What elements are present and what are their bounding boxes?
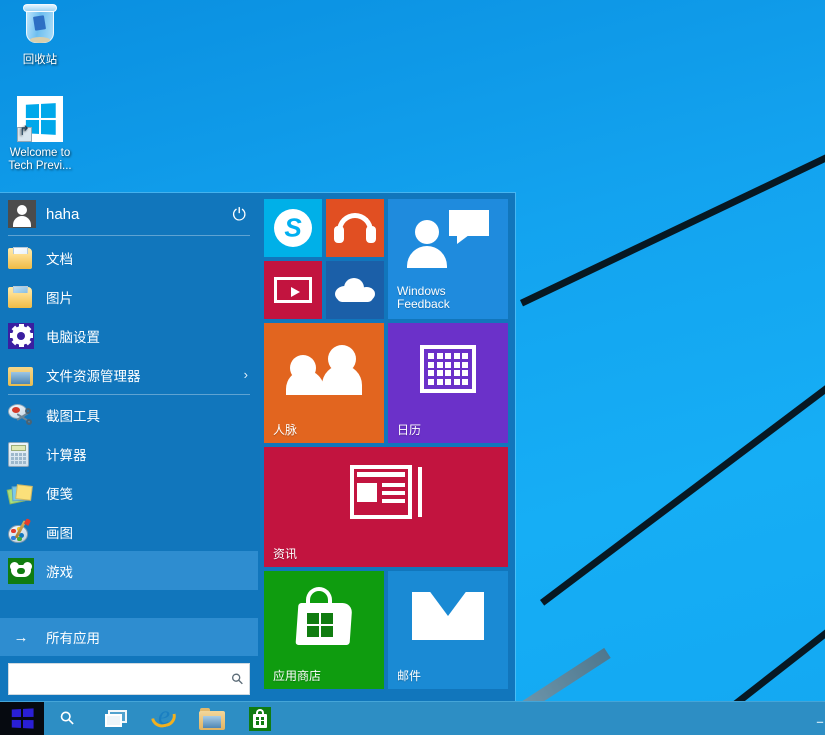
recycle-bin-icon <box>16 3 64 51</box>
user-avatar-icon <box>8 200 36 228</box>
start-menu-item-label: 计算器 <box>46 444 248 464</box>
headphones-icon <box>334 213 376 243</box>
desktop-icon-label-line1: Welcome to <box>0 147 80 160</box>
desktop-icon-recycle-bin[interactable]: 回收站 <box>0 0 80 67</box>
store-icon <box>249 707 271 731</box>
start-menu-item-pictures[interactable]: 图片 <box>0 277 258 316</box>
taskbar-file-explorer[interactable] <box>188 702 236 735</box>
start-menu-item-label: 文件资源管理器 <box>46 365 244 385</box>
store-bag-icon <box>293 587 355 645</box>
desktop: 回收站 Welcome to Tech Previ... haha ⏻ <box>0 0 825 735</box>
onedrive-cloud-icon <box>335 278 375 302</box>
start-menu-search-box[interactable]: ⚲ <box>8 663 250 695</box>
start-menu-item-label: 画图 <box>46 522 248 542</box>
start-menu-item-games[interactable]: 游戏 <box>0 551 258 590</box>
taskbar-store[interactable] <box>236 702 284 735</box>
user-account-row[interactable]: haha ⏻ <box>0 193 258 235</box>
chevron-right-icon[interactable]: › <box>244 367 248 382</box>
tile-calendar[interactable]: 日历 <box>388 323 508 443</box>
taskbar-search[interactable]: ⚲ <box>44 702 92 735</box>
tile-label: 日历 <box>397 424 421 437</box>
power-icon[interactable]: ⏻ <box>233 206 246 223</box>
tile-label: 人脉 <box>273 424 297 437</box>
user-name-label: haha <box>46 206 233 223</box>
start-menu-item-sticky-notes[interactable]: 便笺 <box>0 473 258 512</box>
file-explorer-icon <box>199 708 225 730</box>
taskbar: ⚲ e ▁ <box>0 701 825 735</box>
start-menu-tile-pane: Windows Feedback 人脉 <box>258 193 515 701</box>
tile-people[interactable]: 人脉 <box>264 323 384 443</box>
file-explorer-icon <box>8 362 34 388</box>
system-tray[interactable]: ▁ <box>817 714 825 723</box>
news-icon <box>350 465 422 519</box>
desktop-icon-welcome-tech-preview[interactable]: Welcome to Tech Previ... <box>0 95 80 173</box>
tile-label: 邮件 <box>397 670 421 683</box>
taskbar-ie[interactable]: e <box>140 702 188 735</box>
start-menu-app-list: 文档 图片 电脑设置 <box>0 236 258 590</box>
internet-explorer-icon: e <box>151 706 177 732</box>
xbox-games-icon <box>8 558 34 584</box>
pictures-folder-icon <box>8 284 34 310</box>
start-menu-item-label: 截图工具 <box>46 405 248 425</box>
start-menu-item-label: 便笺 <box>46 483 248 503</box>
video-player-icon <box>274 277 312 303</box>
start-menu-left-pane: haha ⏻ 文档 图片 <box>0 193 258 701</box>
tile-label: Windows Feedback <box>397 285 450 311</box>
calculator-icon <box>8 441 34 467</box>
tile-mail[interactable]: 邮件 <box>388 571 508 689</box>
paint-icon <box>8 519 34 545</box>
sticky-notes-icon <box>8 480 34 506</box>
tile-windows-feedback[interactable]: Windows Feedback <box>388 199 508 319</box>
documents-folder-icon <box>8 245 34 271</box>
people-icon <box>286 343 362 395</box>
tile-video[interactable] <box>264 261 322 319</box>
calendar-icon <box>420 345 476 393</box>
tile-music[interactable] <box>326 199 384 257</box>
desktop-icon-label: 回收站 <box>0 54 80 67</box>
start-menu-item-label: 图片 <box>46 287 248 307</box>
search-icon: ⚲ <box>56 706 80 730</box>
start-menu-item-paint[interactable]: 画图 <box>0 512 258 551</box>
wallpaper-streak-1 <box>520 115 825 306</box>
wallpaper-streak-2 <box>540 341 825 605</box>
taskbar-task-view[interactable] <box>92 702 140 735</box>
snipping-tool-icon <box>8 402 34 428</box>
all-apps-button[interactable]: → 所有应用 <box>0 618 258 656</box>
tile-onedrive[interactable] <box>326 261 384 319</box>
start-menu-item-documents[interactable]: 文档 <box>0 238 258 277</box>
start-menu-item-calculator[interactable]: 计算器 <box>0 434 258 473</box>
tile-store[interactable]: 应用商店 <box>264 571 384 689</box>
arrow-right-icon: → <box>8 629 34 646</box>
feedback-person-icon <box>407 210 489 268</box>
pc-settings-gear-icon <box>8 323 34 349</box>
start-menu-item-pc-settings[interactable]: 电脑设置 <box>0 316 258 355</box>
tile-news[interactable]: 资讯 <box>264 447 508 567</box>
mail-envelope-icon <box>412 592 484 640</box>
tile-label: 资讯 <box>273 548 297 561</box>
tray-indicator: ▁ <box>817 714 823 723</box>
search-input[interactable] <box>17 664 232 694</box>
skype-icon <box>274 209 312 247</box>
start-menu-item-snipping-tool[interactable]: 截图工具 <box>0 395 258 434</box>
start-menu-item-label: 游戏 <box>46 561 248 581</box>
start-menu-item-label: 文档 <box>46 248 248 268</box>
tile-skype[interactable] <box>264 199 322 257</box>
tile-label: 应用商店 <box>273 670 321 683</box>
windows-start-icon[interactable] <box>0 702 44 735</box>
windows-flag-shortcut-icon <box>16 96 64 144</box>
start-menu-item-label: 电脑设置 <box>46 326 248 346</box>
start-menu-item-file-explorer[interactable]: 文件资源管理器 › <box>0 355 258 394</box>
start-menu: haha ⏻ 文档 图片 <box>0 193 515 701</box>
task-view-icon <box>105 710 127 727</box>
desktop-icon-label-line2: Tech Previ... <box>0 160 80 173</box>
all-apps-label: 所有应用 <box>46 627 100 647</box>
